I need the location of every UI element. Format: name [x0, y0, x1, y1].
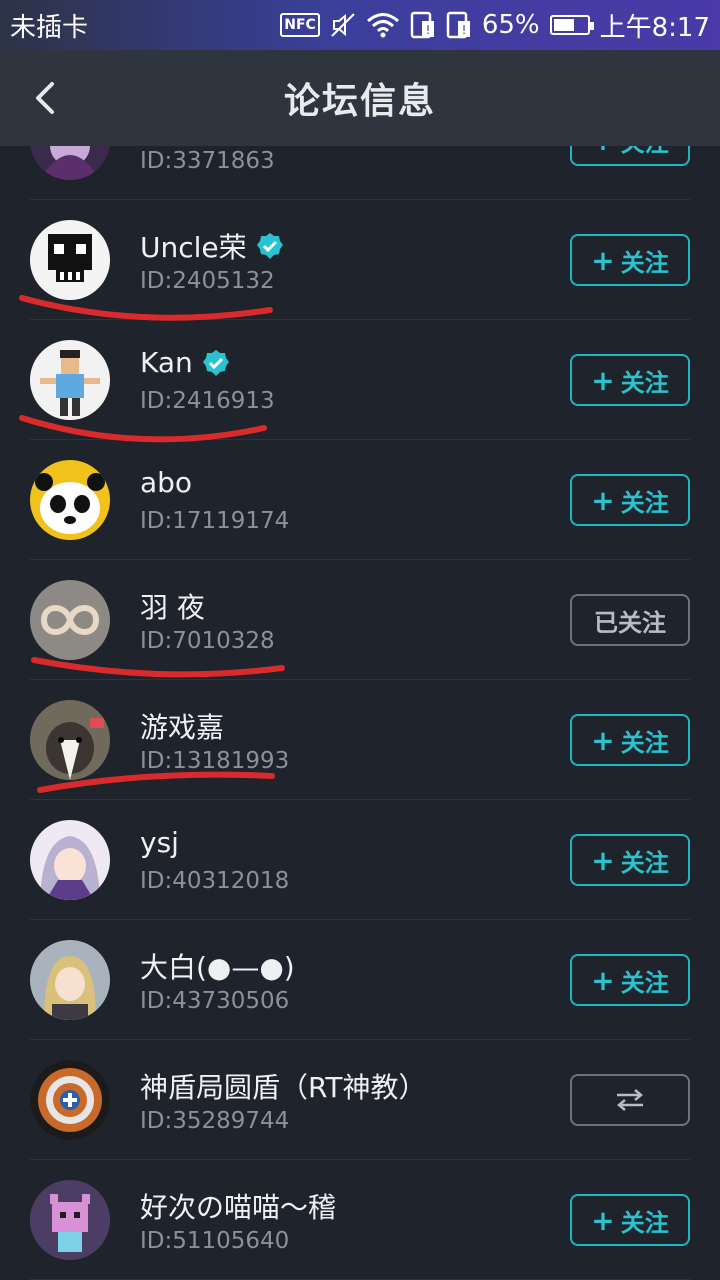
follow-button[interactable]: +关注 — [570, 1194, 690, 1246]
user-name: 游戏嘉 — [140, 706, 224, 746]
user-name-text: 大白(●—●) — [140, 951, 295, 984]
battery-percent: 65% — [481, 10, 540, 40]
user-id: ID:43730506 — [140, 988, 290, 1014]
user-name-text: abo — [140, 466, 193, 499]
nfc-icon: NFC — [280, 13, 320, 37]
page-title: 论坛信息 — [283, 81, 436, 122]
user-row[interactable]: 游戏嘉 ID:13181993 + 关注 — [30, 680, 690, 800]
follow-button-label: 关注 — [620, 848, 669, 877]
verified-badge-icon — [256, 233, 283, 259]
plus-icon: + — [591, 1203, 615, 1237]
pixel-cat-avatar[interactable] — [30, 1180, 110, 1260]
anime-girl-avatar[interactable] — [30, 820, 110, 900]
user-name: 神盾局圆盾（RT神教） — [140, 1066, 427, 1106]
user-id: ID:2405132 — [140, 268, 275, 294]
user-name-text: ysj — [140, 826, 179, 859]
verified-badge-icon — [202, 349, 229, 376]
battery-icon — [549, 15, 594, 35]
sim-alert-icon-2: ! — [446, 11, 472, 39]
mutual-follow-button[interactable] — [570, 1074, 690, 1126]
infinity-ring-avatar[interactable] — [30, 580, 110, 660]
pixel-shield-avatar[interactable] — [30, 1060, 110, 1140]
user-row[interactable]: 大白(●—●) ID:43730506 + 关注 — [30, 920, 690, 1040]
user-id: ID:40312018 — [140, 868, 290, 894]
app-header: 论坛信息 — [0, 50, 720, 146]
dog-avatar[interactable] — [30, 700, 110, 780]
user-id: ID:7010328 — [140, 628, 275, 654]
user-name: 大白(●—●) — [140, 946, 295, 986]
user-list: ID:3371863+关注Uncle荣ID:2405132+关注KanID:24… — [0, 80, 720, 1280]
user-name: ysj — [140, 826, 179, 859]
carrier-label: 未插卡 — [10, 12, 89, 43]
plus-icon: + — [591, 483, 615, 517]
user-id: ID:51105640 — [140, 1228, 290, 1254]
user-row[interactable]: 羽 夜 ID:7010328 已关注 — [30, 560, 690, 680]
followed-button[interactable]: 已关注 — [570, 594, 690, 646]
user-name-text: 好次の喵喵～稽 — [140, 1191, 337, 1224]
user-name: Kan — [140, 346, 231, 379]
back-arrow-icon[interactable] — [28, 78, 68, 118]
sim-alert-icon: ! — [410, 11, 436, 39]
user-name-text: Uncle荣 — [140, 231, 247, 264]
plus-icon: + — [591, 963, 615, 997]
clock: 上午8:17 — [599, 12, 710, 43]
svg-text:!: ! — [461, 23, 466, 37]
user-row[interactable]: Uncle荣 ID:2405132 + 关注 — [30, 200, 690, 320]
user-id: ID:3371863 — [140, 148, 275, 174]
plus-icon: + — [591, 723, 615, 757]
plus-icon: + — [591, 843, 615, 877]
pixel-skull-avatar[interactable] — [30, 220, 110, 300]
user-row[interactable]: Kan ID:2416913 + 关注 — [30, 320, 690, 440]
status-icons: NFC ! ! 65% 上午8:17 — [280, 7, 710, 44]
swap-arrows-icon — [617, 1089, 643, 1111]
user-id: ID:17119174 — [140, 508, 290, 534]
user-id: ID:2416913 — [140, 388, 275, 414]
plus-icon: + — [591, 243, 615, 277]
status-bar: 未插卡 NFC ! ! 65% 上午8:17 — [0, 0, 720, 50]
user-id: ID:13181993 — [140, 748, 290, 774]
user-id: ID:35289744 — [140, 1108, 290, 1134]
follow-button[interactable]: +关注 — [570, 354, 690, 406]
user-row[interactable]: ysj ID:40312018 + 关注 — [30, 800, 690, 920]
user-name: 羽 夜 — [140, 586, 205, 626]
panda-avatar[interactable] — [30, 460, 110, 540]
user-name-text: 神盾局圆盾（RT神教） — [140, 1071, 427, 1104]
pixel-man-avatar[interactable] — [30, 340, 110, 420]
user-name: Uncle荣 — [140, 226, 285, 266]
user-name: 好次の喵喵～稽 — [140, 1186, 336, 1226]
wifi-icon — [366, 12, 400, 38]
mute-icon — [330, 12, 356, 38]
blonde-anime-avatar[interactable] — [30, 940, 110, 1020]
battery-fill — [553, 19, 575, 31]
follow-button[interactable]: +关注 — [570, 234, 690, 286]
user-row[interactable]: 神盾局圆盾（RT神教） ID:35289744 — [30, 1040, 690, 1160]
user-row[interactable]: abo ID:17119174 + 关注 — [30, 440, 690, 560]
svg-text:!: ! — [425, 23, 430, 37]
follow-button[interactable]: +关注 — [570, 834, 690, 886]
follow-button[interactable]: +关注 — [570, 714, 690, 766]
follow-button[interactable]: +关注 — [570, 954, 690, 1006]
follow-button-label: 关注 — [620, 968, 669, 997]
user-name-text: Kan — [140, 346, 193, 379]
follow-button-label: 关注 — [620, 1208, 669, 1237]
follow-button-label: 关注 — [620, 248, 669, 277]
plus-icon: + — [591, 363, 615, 397]
user-name-text: 游戏嘉 — [140, 711, 225, 744]
follow-button-label: 关注 — [620, 488, 669, 517]
user-row[interactable]: 好次の喵喵～稽 ID:51105640 + 关注 — [30, 1160, 690, 1280]
follow-button-label: 关注 — [620, 728, 669, 757]
user-name: abo — [140, 466, 192, 499]
user-name-text: 羽 夜 — [140, 591, 205, 624]
follow-button-label: 关注 — [620, 368, 669, 397]
follow-button[interactable]: +关注 — [570, 474, 690, 526]
